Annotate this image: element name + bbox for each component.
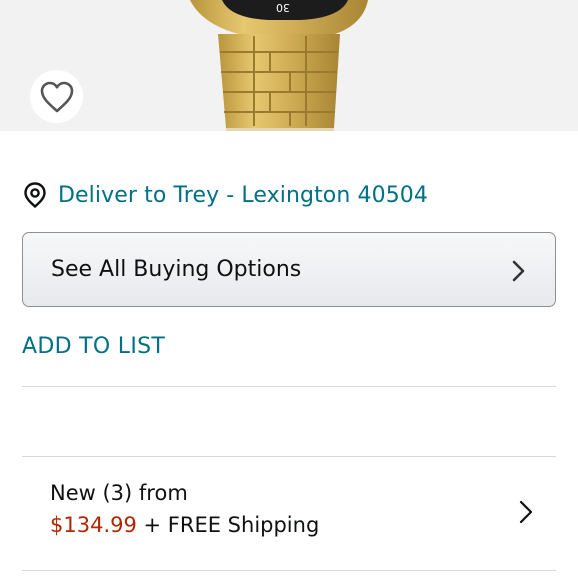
offer-price-line: $134.99 + FREE Shipping [50,513,319,537]
product-image-area[interactable]: 30 [0,0,578,131]
deliver-to-location[interactable]: Deliver to Trey - Lexington 40504 [22,178,428,212]
chevron-right-icon [519,500,533,524]
new-offers-row[interactable]: New (3) from $134.99 + FREE Shipping [22,457,556,570]
wishlist-button[interactable] [30,70,83,123]
offer-shipping: + FREE Shipping [136,513,320,537]
heart-outline-icon [40,81,73,112]
product-watch-image: 30 [190,0,368,131]
chevron-right-icon [512,260,525,282]
deliver-to-text[interactable]: Deliver to Trey - Lexington 40504 [58,183,428,208]
offer-condition: New (3) from [50,481,188,505]
buying-options-label: See All Buying Options [51,257,302,282]
location-pin-icon [24,182,46,208]
offer-price: $134.99 [50,513,137,537]
see-all-buying-options-button[interactable]: See All Buying Options [22,232,556,307]
watch-dial-number: 30 [276,1,290,14]
add-to-list-link[interactable]: ADD TO LIST [22,334,165,359]
divider [22,386,556,387]
divider [22,570,556,571]
